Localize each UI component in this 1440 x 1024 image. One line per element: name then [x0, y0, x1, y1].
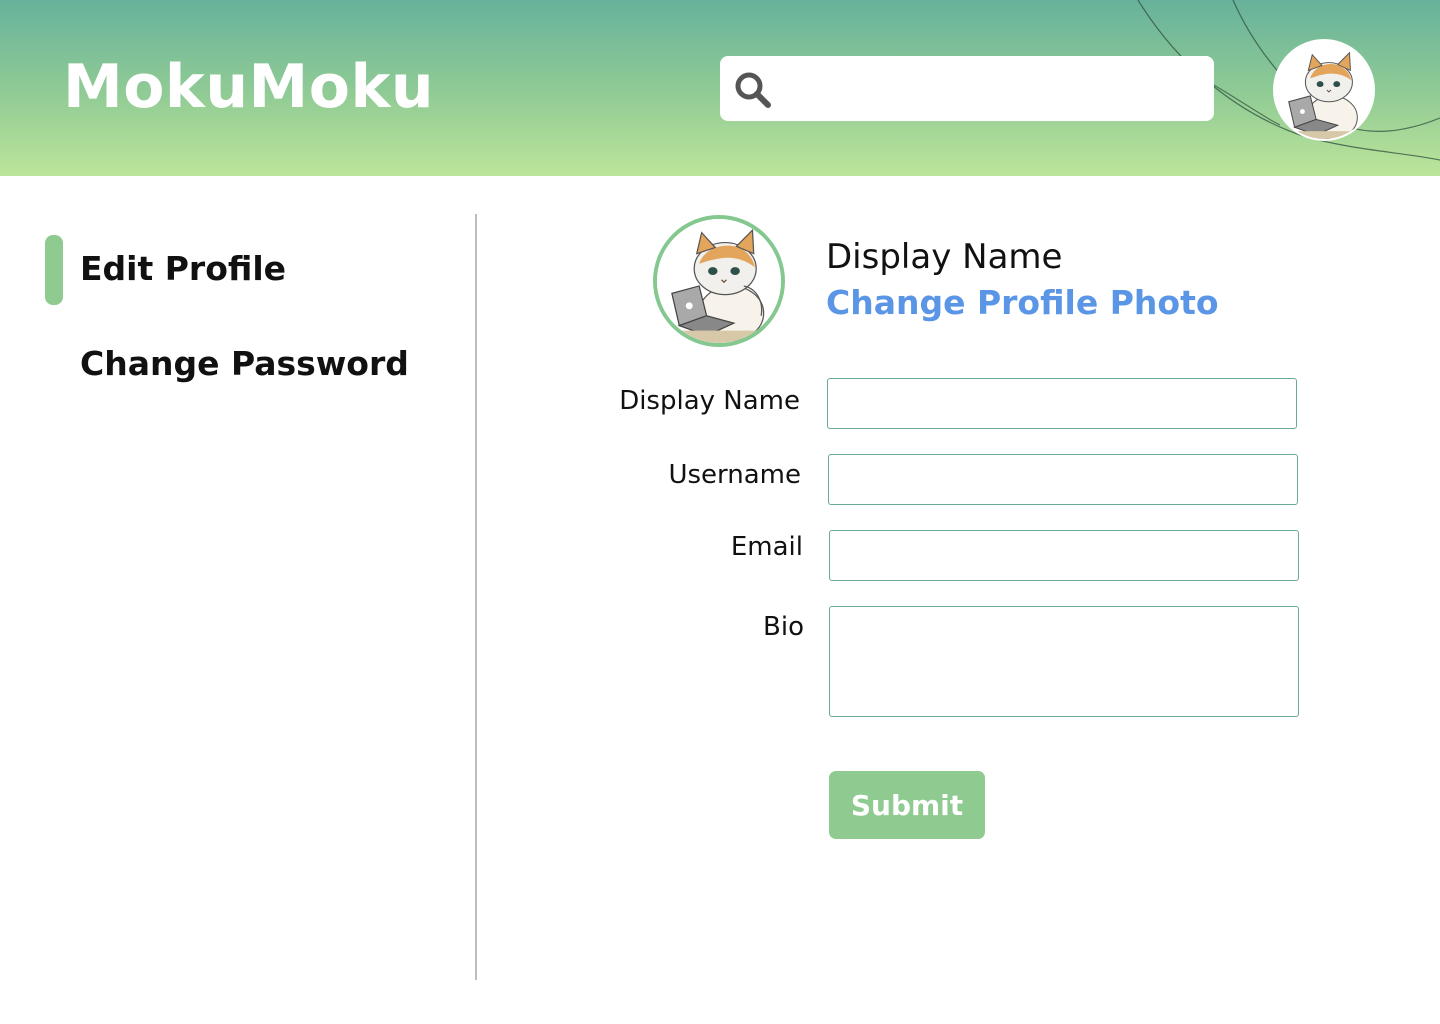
- cat-avatar-icon: [1275, 41, 1373, 139]
- change-profile-photo-link[interactable]: Change Profile Photo: [826, 282, 1219, 324]
- app-logo-text[interactable]: MokuMoku: [63, 52, 434, 122]
- profile-avatar: [653, 215, 785, 347]
- submit-button[interactable]: Submit: [829, 771, 985, 839]
- profile-display-name: Display Name: [826, 237, 1063, 277]
- user-avatar[interactable]: [1273, 39, 1375, 141]
- username-field[interactable]: [828, 454, 1298, 505]
- bio-field[interactable]: [829, 606, 1299, 717]
- display-name-field[interactable]: [827, 378, 1297, 429]
- email-field[interactable]: [829, 530, 1299, 581]
- search-icon[interactable]: [734, 71, 772, 109]
- active-item-indicator: [45, 235, 63, 305]
- search-input[interactable]: [782, 56, 1206, 123]
- vertical-divider: [475, 214, 477, 980]
- app-header: MokuMoku: [0, 0, 1440, 176]
- sidebar-item-change-password[interactable]: Change Password: [80, 344, 409, 384]
- email-label: Email: [730, 532, 803, 562]
- username-label: Username: [668, 460, 801, 490]
- search-bar[interactable]: [720, 56, 1214, 123]
- bio-label: Bio: [763, 612, 804, 642]
- cat-profile-icon: [657, 219, 781, 343]
- sidebar-item-edit-profile[interactable]: Edit Profile: [80, 249, 286, 289]
- display-name-label: Display Name: [619, 386, 800, 416]
